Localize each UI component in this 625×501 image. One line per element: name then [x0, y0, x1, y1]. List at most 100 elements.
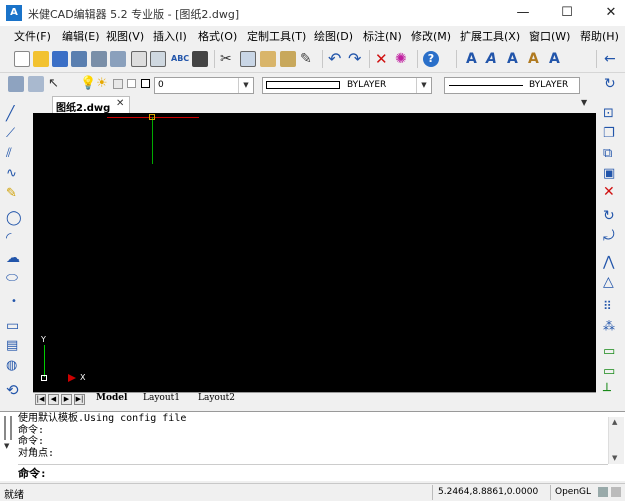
copy-object-icon[interactable]: ❐	[603, 126, 619, 142]
region-icon[interactable]: ◍	[6, 358, 22, 374]
insert-block-icon[interactable]: ⟲	[6, 382, 22, 398]
linetype-dropdown[interactable]: BYLAYER	[444, 77, 580, 94]
copy-icon[interactable]	[240, 51, 256, 67]
scroll-down-icon[interactable]: ▼	[612, 454, 617, 462]
menu-dimension[interactable]: 标注(N)	[363, 28, 402, 44]
arc-icon[interactable]: ◜	[6, 230, 22, 246]
sun-thaw-icon[interactable]: ☀	[96, 76, 112, 92]
layer-manager-icon[interactable]	[8, 76, 24, 92]
layer-state-icon[interactable]	[28, 76, 44, 92]
chamfer-icon[interactable]: ┴	[603, 384, 619, 400]
command-window-grip[interactable]	[4, 416, 12, 440]
arrow-left-icon[interactable]: ←	[604, 51, 620, 67]
line-icon[interactable]: ╱	[6, 106, 22, 122]
text-italic-icon[interactable]: A	[486, 51, 502, 67]
print-preview-icon[interactable]	[131, 51, 147, 67]
circle-icon[interactable]: ◯	[6, 210, 22, 226]
menu-window[interactable]: 窗口(W)	[529, 28, 570, 44]
tab-layout2[interactable]: Layout2	[198, 393, 235, 403]
array-icon[interactable]: ⠿	[603, 298, 619, 314]
menu-modify[interactable]: 修改(M)	[411, 28, 451, 44]
layer-dropdown[interactable]: 0 ▼	[154, 77, 254, 94]
extend-icon[interactable]: ▭	[603, 344, 619, 360]
redo-icon[interactable]: ↷	[348, 51, 364, 67]
paste-icon[interactable]	[260, 51, 276, 67]
menu-file[interactable]: 文件(F)	[14, 28, 51, 44]
tab-close-icon[interactable]: ✕	[116, 98, 124, 109]
offset-icon[interactable]: ▣	[603, 166, 619, 182]
find-icon[interactable]	[192, 51, 208, 67]
print-icon[interactable]	[91, 51, 107, 67]
rotate-object-icon[interactable]: ⤾	[603, 228, 619, 244]
undo-icon[interactable]: ↶	[328, 51, 344, 67]
save-icon[interactable]	[52, 51, 68, 67]
status-grip-icon[interactable]	[611, 487, 621, 497]
erase-icon[interactable]: ⊡	[603, 106, 619, 122]
text-edit-icon[interactable]: A	[507, 51, 523, 67]
help-icon[interactable]: ?	[423, 51, 439, 67]
menu-edit[interactable]: 编辑(E)	[62, 28, 100, 44]
match-properties-icon[interactable]: ✎	[300, 51, 316, 67]
cut-icon[interactable]: ✂	[220, 51, 236, 67]
hatch-icon[interactable]: ▤	[6, 338, 22, 354]
point-icon[interactable]: •	[6, 294, 22, 310]
menu-extension-tools[interactable]: 扩展工具(X)	[460, 28, 520, 44]
menu-help[interactable]: 帮助(H)	[580, 28, 619, 44]
delete-icon[interactable]: ✕	[375, 51, 391, 67]
text-scale-icon[interactable]: A	[549, 51, 565, 67]
layer-lock-icon[interactable]	[113, 79, 123, 89]
spell-check-icon[interactable]: ABC	[171, 51, 189, 67]
menu-view[interactable]: 视图(V)	[106, 28, 144, 44]
construction-line-icon[interactable]: ⟋	[6, 126, 22, 142]
drawing-canvas[interactable]: Y X	[33, 113, 596, 392]
mirror-icon[interactable]: ⧉	[603, 146, 619, 162]
renderer-label[interactable]: OpenGL	[550, 485, 591, 500]
ellipse-icon[interactable]: ⬭	[6, 270, 22, 286]
text-find-icon[interactable]: A	[528, 51, 544, 67]
rotate-icon[interactable]: ↻	[604, 76, 620, 92]
tab-list-chevron-icon[interactable]: ▼	[581, 98, 587, 107]
trim-icon[interactable]: ⁂	[603, 318, 619, 334]
next-layout-button[interactable]: ▶	[61, 394, 72, 405]
last-layout-button[interactable]: ▶|	[74, 394, 85, 405]
menu-draw[interactable]: 绘图(D)	[314, 28, 353, 44]
minimize-button[interactable]: —	[509, 0, 537, 26]
maximize-button[interactable]: ☐	[553, 0, 581, 26]
open-folder-icon[interactable]	[33, 51, 49, 67]
document-tab[interactable]: 图纸2.dwg ✕	[52, 96, 130, 114]
save-as-icon[interactable]	[71, 51, 87, 67]
new-file-icon[interactable]	[14, 51, 30, 67]
move-icon[interactable]: ↻	[603, 208, 619, 224]
menu-format[interactable]: 格式(O)	[198, 28, 237, 44]
menu-custom-tools[interactable]: 定制工具(T)	[247, 28, 306, 44]
text-style-icon[interactable]: A	[466, 51, 482, 67]
multiline-icon[interactable]: ⫽	[6, 146, 22, 162]
command-scrollbar[interactable]: ▲ ▼	[608, 417, 624, 464]
rectangle-icon[interactable]: ▭	[6, 318, 22, 334]
scale-icon[interactable]: ⋀	[603, 254, 619, 270]
layer-plot-icon[interactable]	[127, 79, 136, 88]
tab-layout1[interactable]: Layout1	[143, 393, 180, 403]
bulb-on-icon[interactable]: 💡	[80, 76, 96, 92]
purge-icon[interactable]: ✺	[395, 51, 411, 67]
sketch-icon[interactable]: ✎	[6, 186, 22, 202]
delete-entity-icon[interactable]: ✕	[603, 184, 619, 200]
page-setup-icon[interactable]	[150, 51, 166, 67]
revision-cloud-icon[interactable]: ☁	[6, 250, 22, 266]
first-layout-button[interactable]: |◀	[35, 394, 46, 405]
paste-special-icon[interactable]	[280, 51, 296, 67]
stretch-icon[interactable]: △	[603, 274, 619, 290]
command-history-chevron-icon[interactable]: ▼	[4, 442, 9, 450]
prev-layout-button[interactable]: ◀	[48, 394, 59, 405]
status-toggle-icon[interactable]	[598, 487, 608, 497]
color-dropdown[interactable]: BYLAYER ▼	[262, 77, 432, 94]
break-icon[interactable]: ▭	[603, 364, 619, 380]
command-input[interactable]: 命令:	[18, 464, 608, 480]
plot-icon[interactable]	[110, 51, 126, 67]
polyline-icon[interactable]: ∿	[6, 166, 22, 182]
tab-model[interactable]: Model	[96, 393, 127, 403]
app-logo-icon[interactable]: A	[6, 5, 22, 21]
close-button[interactable]: ✕	[597, 0, 625, 26]
menu-insert[interactable]: 插入(I)	[153, 28, 187, 44]
scroll-up-icon[interactable]: ▲	[612, 418, 617, 426]
